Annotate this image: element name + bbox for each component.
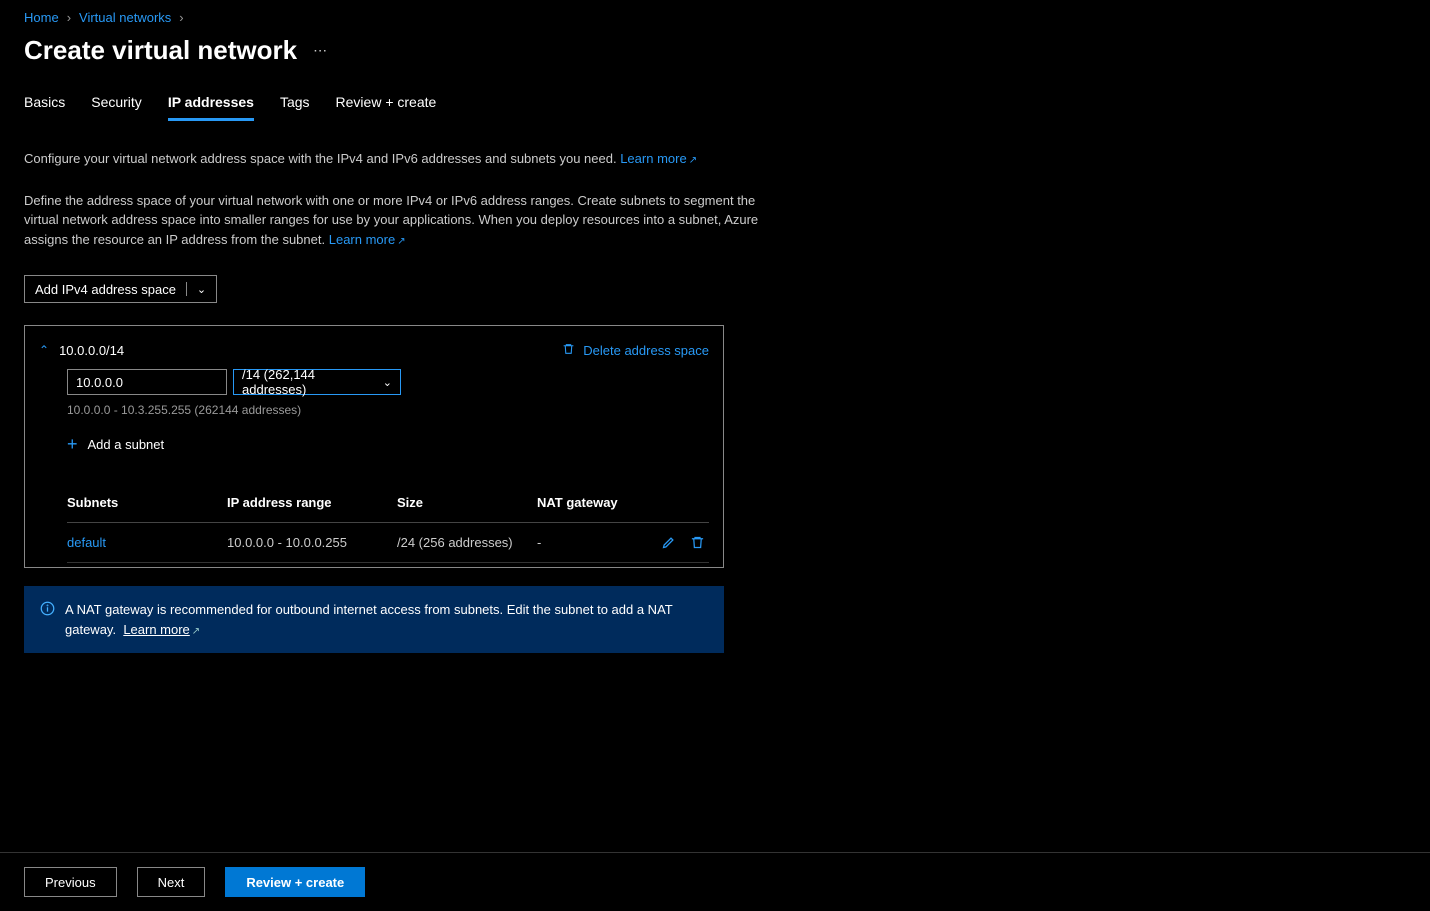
chevron-down-icon: ⌄	[383, 376, 392, 389]
tab-tags[interactable]: Tags	[280, 94, 310, 121]
previous-button[interactable]: Previous	[24, 867, 117, 897]
tab-security[interactable]: Security	[91, 94, 142, 121]
learn-more-link[interactable]: Learn more↗	[329, 232, 406, 247]
next-button[interactable]: Next	[137, 867, 206, 897]
delete-address-space-button[interactable]: Delete address space	[562, 342, 709, 359]
delete-label: Delete address space	[583, 343, 709, 358]
subnet-nat: -	[537, 535, 647, 550]
tab-ip-addresses[interactable]: IP addresses	[168, 94, 254, 121]
add-space-label: Add IPv4 address space	[35, 282, 176, 297]
subnet-size: /24 (256 addresses)	[397, 535, 537, 550]
chevron-down-icon: ⌄	[197, 283, 206, 296]
external-link-icon: ↗	[192, 624, 200, 639]
external-link-icon: ↗	[397, 234, 405, 249]
address-range-hint: 10.0.0.0 - 10.3.255.255 (262144 addresse…	[67, 403, 709, 417]
address-space-card: ⌃ 10.0.0.0/14 Delete address space /14 (…	[24, 325, 724, 568]
info-learn-more-link[interactable]: Learn more	[123, 622, 189, 637]
breadcrumb-virtual-networks[interactable]: Virtual networks	[79, 10, 171, 25]
col-nat-gateway: NAT gateway	[537, 495, 647, 510]
breadcrumb: Home › Virtual networks ›	[24, 0, 1430, 25]
chevron-up-icon[interactable]: ⌃	[39, 343, 49, 357]
address-space-cidr-select[interactable]: /14 (262,144 addresses) ⌄	[233, 369, 401, 395]
add-ipv4-address-space-button[interactable]: Add IPv4 address space ⌄	[24, 275, 217, 303]
intro-text-1: Configure your virtual network address s…	[24, 149, 784, 169]
tab-basics[interactable]: Basics	[24, 94, 65, 121]
col-ip-range: IP address range	[227, 495, 397, 510]
plus-icon: +	[67, 435, 78, 453]
address-space-ip-input[interactable]	[67, 369, 227, 395]
trash-icon	[562, 342, 575, 359]
intro-line1: Configure your virtual network address s…	[24, 151, 617, 166]
nat-gateway-info: A NAT gateway is recommended for outboun…	[24, 586, 724, 653]
table-header: Subnets IP address range Size NAT gatewa…	[67, 483, 709, 523]
review-create-button[interactable]: Review + create	[225, 867, 365, 897]
info-icon	[40, 601, 55, 639]
chevron-right-icon: ›	[179, 10, 183, 25]
divider	[186, 282, 187, 296]
cidr-label: /14 (262,144 addresses)	[242, 367, 383, 397]
page-title: Create virtual network	[24, 35, 297, 66]
subnet-range: 10.0.0.0 - 10.0.0.255	[227, 535, 397, 550]
breadcrumb-home[interactable]: Home	[24, 10, 59, 25]
more-icon[interactable]: ⋯	[313, 42, 329, 59]
address-space-title: 10.0.0.0/14	[59, 343, 124, 358]
chevron-right-icon: ›	[67, 10, 71, 25]
add-subnet-button[interactable]: + Add a subnet	[67, 435, 709, 453]
add-subnet-label: Add a subnet	[88, 437, 165, 452]
col-subnets: Subnets	[67, 495, 227, 510]
intro-text-2: Define the address space of your virtual…	[24, 191, 784, 250]
subnet-name-link[interactable]: default	[67, 535, 227, 550]
footer: Previous Next Review + create	[0, 852, 1430, 911]
learn-more-link[interactable]: Learn more↗	[620, 151, 697, 166]
table-row: default 10.0.0.0 - 10.0.0.255 /24 (256 a…	[67, 523, 709, 563]
subnets-table: Subnets IP address range Size NAT gatewa…	[67, 483, 709, 563]
edit-subnet-button[interactable]	[661, 535, 676, 550]
external-link-icon: ↗	[689, 153, 697, 168]
delete-subnet-button[interactable]	[690, 535, 705, 550]
tabs: Basics Security IP addresses Tags Review…	[24, 94, 1430, 121]
col-size: Size	[397, 495, 537, 510]
tab-review-create[interactable]: Review + create	[336, 94, 437, 121]
